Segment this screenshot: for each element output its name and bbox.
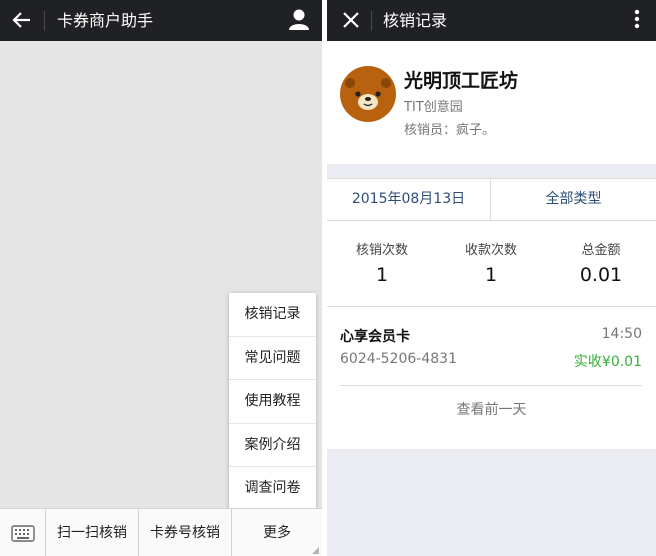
back-button[interactable] (6, 5, 38, 35)
merchant-subtitle: TIT创意园 (404, 100, 463, 115)
stat-value: 1 (484, 264, 498, 286)
statistics-panel: 核销次数 1 收款次数 1 总金额 0.01 心享会员卡 14:50 6024-… (327, 221, 656, 449)
record-time: 14:50 (601, 326, 642, 342)
scan-redeem-button[interactable]: 扫一扫核销 (46, 509, 139, 556)
more-button[interactable]: 更多 (232, 509, 322, 556)
merchant-assistant-chat-screen: 卡券商户助手 核销记录 常见问题 使用教程 案例介绍 调查问卷 扫一扫核销 卡券… (0, 0, 322, 556)
menu-item-case-studies[interactable]: 案例介绍 (229, 424, 316, 468)
stat-value: 1 (375, 264, 389, 286)
bottom-menu-bar: 扫一扫核销 卡券号核销 更多 (0, 508, 322, 556)
stat-label: 总金额 (581, 243, 621, 258)
topbar-divider (371, 11, 372, 31)
stat-payment-count: 收款次数 1 (441, 239, 541, 286)
arrow-left-icon (12, 12, 30, 28)
record-card-name: 心享会员卡 (340, 329, 410, 345)
menu-item-survey[interactable]: 调查问卷 (229, 467, 316, 511)
profile-button[interactable] (284, 5, 314, 35)
close-icon (343, 12, 359, 28)
date-filter[interactable]: 2015年08月13日 (327, 179, 490, 220)
more-popup-menu: 核销记录 常见问题 使用教程 案例介绍 调查问卷 (229, 293, 316, 511)
keyboard-toggle-button[interactable] (0, 509, 46, 556)
topbar-divider (44, 11, 45, 31)
stat-label: 核销次数 (355, 243, 408, 258)
merchant-info-card: 光明顶工匠坊 TIT创意园 核销员：疯子。 (327, 41, 656, 164)
redeem-records-screen: 核销记录 光明顶工匠坊 TIT创意园 核销员：疯子。 2015年08月13日 全… (327, 0, 656, 556)
menu-item-redeem-records[interactable]: 核销记录 (229, 293, 316, 337)
merchant-name: 光明顶工匠坊 (404, 70, 519, 92)
merchant-avatar (340, 66, 396, 122)
more-options-button[interactable] (632, 6, 642, 34)
view-previous-day-link[interactable]: 查看前一天 (327, 399, 656, 419)
type-filter[interactable]: 全部类型 (491, 179, 656, 220)
stat-total-amount: 总金额 0.01 (551, 239, 651, 286)
redeem-staff: 核销员：疯子。 (404, 123, 496, 138)
person-icon (289, 9, 309, 30)
stat-redeem-count: 核销次数 1 (332, 239, 432, 286)
divider (327, 306, 656, 307)
bear-avatar (340, 66, 396, 122)
stat-label: 收款次数 (464, 243, 517, 258)
page-title: 卡券商户助手 (57, 11, 154, 30)
submenu-indicator-icon (312, 547, 319, 554)
stat-value: 0.01 (579, 264, 623, 286)
top-bar: 卡券商户助手 (0, 0, 322, 41)
redeem-record-item[interactable]: 心享会员卡 14:50 6024-5206-4831 实收¥0.01 (340, 317, 642, 385)
record-amount: 实收¥0.01 (573, 354, 642, 370)
divider (340, 385, 642, 386)
close-button[interactable] (337, 6, 365, 34)
record-card-code: 6024-5206-4831 (340, 351, 457, 367)
menu-item-faq[interactable]: 常见问题 (229, 337, 316, 381)
code-redeem-button[interactable]: 卡券号核销 (139, 509, 232, 556)
menu-item-tutorial[interactable]: 使用教程 (229, 380, 316, 424)
keyboard-icon (11, 525, 35, 542)
kebab-menu-icon (634, 9, 640, 29)
top-bar: 核销记录 (327, 0, 656, 41)
more-button-label: 更多 (263, 525, 291, 541)
filter-bar: 2015年08月13日 全部类型 (327, 178, 656, 221)
page-title: 核销记录 (383, 11, 448, 30)
